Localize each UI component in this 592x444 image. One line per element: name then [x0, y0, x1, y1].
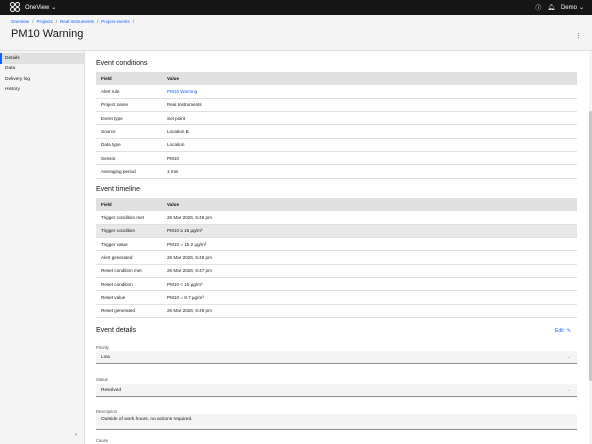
section-title-details: Event details — [96, 327, 137, 334]
column-header: Field — [96, 198, 162, 211]
priority-label: Priority — [96, 345, 110, 350]
table-row: Project name Real Instruments — [96, 98, 577, 113]
table-row: Reset condition PM10 < 10 µg/m³ — [96, 277, 577, 292]
status-label: Status — [96, 377, 108, 382]
table-row: Source Location B — [96, 124, 577, 139]
cause-label: Cause — [96, 438, 109, 443]
alert-rule-link[interactable]: PM10 Warning — [167, 89, 197, 94]
description-textarea[interactable]: Outside of work hours, no actions requir… — [96, 414, 577, 430]
collapse-sidebar-icon[interactable]: ‹ — [75, 432, 77, 438]
overflow-menu-icon[interactable]: ⋮ — [575, 32, 582, 40]
main-content: Event conditions Field Value Alert rule P… — [85, 51, 592, 444]
priority-select[interactable]: Low ⌄ — [96, 351, 577, 364]
sidebar-item-details[interactable]: Details — [0, 53, 84, 64]
table-row: Trigger condition PM10 ≥ 15 µg/m³ — [96, 224, 577, 239]
sidebar: Details Data Delivery log History ‹ — [0, 51, 85, 444]
app-name: OneView — [25, 4, 50, 11]
status-value: Resolved — [101, 387, 121, 393]
table-row: Reset value PM10 = 9.7 µg/m³ — [96, 290, 577, 305]
table-row: Averaging period 1 min — [96, 164, 577, 179]
table-row: Reset condition met 26 Mar 2026, 6:47 pm — [96, 264, 577, 278]
page-title: PM10 Warning — [11, 28, 84, 40]
section-title-timeline: Event timeline — [96, 186, 140, 193]
conditions-table: Field Value Alert rule PM10 Warning Proje… — [96, 72, 577, 179]
notification-bell-icon[interactable]: 🔔︎ — [547, 4, 555, 11]
table-row: Trigger condition met 26 Mar 2026, 5:46 p… — [96, 211, 577, 225]
breadcrumb-link[interactable]: Real Instruments — [60, 19, 94, 24]
timeline-table: Field Value Trigger condition met 26 Mar … — [96, 198, 577, 318]
edit-label: Edit — [555, 328, 564, 334]
table-row: Data type Location — [96, 138, 577, 152]
help-icon[interactable]: ⓘ — [535, 3, 541, 12]
table-row: Reset generated 26 Mar 2026, 6:49 pm — [96, 304, 577, 318]
table-row: Trigger value PM10 = 15.2 µg/m³ — [96, 237, 577, 252]
table-row: Alert rule PM10 Warning — [96, 85, 577, 99]
pencil-icon: ✎ — [566, 328, 571, 334]
table-row: Sensor PM10 — [96, 151, 577, 166]
breadcrumb: OneView / Projects / Real Instruments / Pro… — [11, 19, 135, 24]
column-header: Value — [162, 72, 577, 85]
top-bar: OneView ⌄ ⓘ 🔔︎ Demo ⌄ — [0, 0, 592, 15]
column-header: Value — [162, 198, 577, 211]
table-row: Event type Set point — [96, 111, 577, 126]
chevron-down-icon: ⌄ — [566, 354, 571, 360]
status-select[interactable]: Resolved ⌄ — [96, 384, 577, 397]
breadcrumb-link[interactable]: Projects — [36, 19, 52, 24]
chevron-down-icon: ⌄ — [51, 5, 57, 11]
section-title-conditions: Event conditions — [96, 60, 148, 67]
app-logo-icon[interactable] — [10, 2, 21, 13]
column-header: Field — [96, 72, 162, 85]
app-switcher[interactable]: OneView ⌄ — [25, 4, 57, 12]
chevron-down-icon: ⌄ — [578, 5, 584, 11]
user-name: Demo — [560, 4, 577, 11]
breadcrumb-link[interactable]: OneView — [11, 19, 29, 24]
chevron-down-icon: ⌄ — [566, 387, 571, 393]
breadcrumb-link[interactable]: Project events — [101, 19, 130, 24]
user-menu[interactable]: Demo ⌄ — [560, 4, 584, 12]
sidebar-item-delivery-log[interactable]: Delivery log — [0, 74, 84, 85]
page-header: OneView / Projects / Real Instruments / Pro… — [0, 15, 592, 51]
table-row: Alert generated 26 Mar 2026, 5:48 pm — [96, 250, 577, 265]
sidebar-item-data[interactable]: Data — [0, 64, 84, 75]
sidebar-item-history[interactable]: History — [0, 85, 84, 96]
description-value: Outside of work hours, no actions requir… — [101, 417, 193, 422]
edit-button[interactable]: Edit ✎ — [555, 328, 571, 334]
priority-value: Low — [101, 354, 110, 360]
